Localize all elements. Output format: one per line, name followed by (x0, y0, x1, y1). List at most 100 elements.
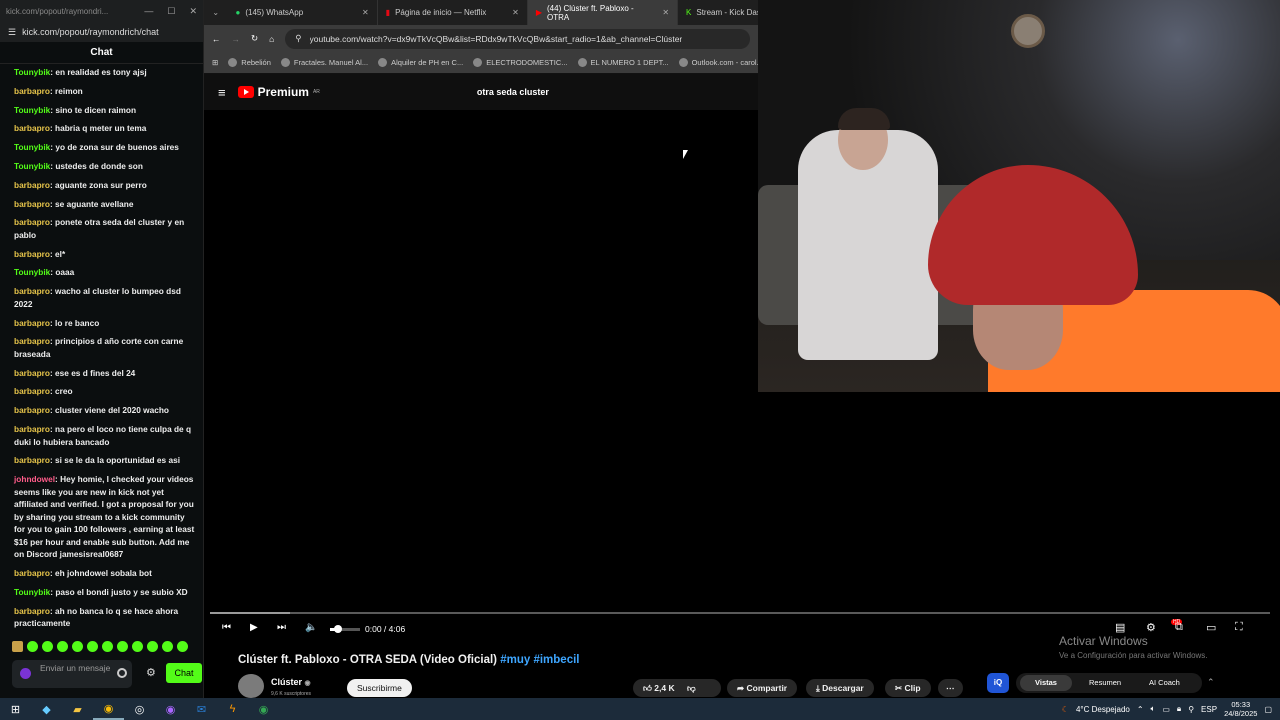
emote-icon[interactable] (102, 641, 113, 652)
tune-icon[interactable]: ☰ (8, 27, 16, 38)
copilot-icon[interactable]: ◆ (31, 698, 62, 720)
chat-username[interactable]: barbapro (14, 180, 50, 190)
more-actions-button[interactable]: ⋯ (938, 679, 963, 697)
bookmark[interactable]: Outlook.com - carol... (678, 58, 763, 67)
tab-close-icon[interactable]: ✕ (512, 8, 519, 17)
tab-close-icon[interactable]: ✕ (662, 8, 669, 17)
emote-icon[interactable] (177, 641, 188, 652)
volume-slider[interactable] (330, 625, 360, 633)
winamp-icon[interactable]: ϟ (217, 698, 248, 720)
emote-icon[interactable] (72, 641, 83, 652)
bookmark[interactable]: ELECTRODOMESTIC... (473, 58, 568, 67)
next-icon[interactable]: ⏭ (277, 622, 286, 633)
minimize-icon[interactable]: — (144, 6, 153, 17)
tray-chevron-icon[interactable]: ⌃ (1137, 705, 1144, 714)
bookmark[interactable]: Fractales. Manuel Al... (280, 58, 368, 67)
hashtag-link[interactable]: #muy (500, 654, 530, 666)
reload-icon[interactable]: ↻ (251, 33, 258, 44)
forward-icon[interactable]: → (232, 34, 241, 44)
tab-netflix[interactable]: ▮ Página de inicio — Netflix ✕ (378, 0, 528, 25)
chat-username[interactable]: Tounybik (14, 267, 50, 277)
mic-icon[interactable]: ⚲ (1188, 705, 1194, 714)
search-input[interactable]: otra seda cluster (477, 87, 549, 97)
chevron-up-icon[interactable]: ⌃ (1207, 677, 1215, 688)
chat-username[interactable]: barbapro (14, 86, 50, 96)
previous-icon[interactable]: ⏮ (222, 622, 231, 633)
chat-username[interactable]: barbapro (14, 455, 50, 465)
chat-username[interactable]: barbapro (14, 286, 50, 296)
apps-icon[interactable]: ⊞ (212, 58, 218, 67)
obs-icon[interactable]: ◎ (124, 698, 155, 720)
tab-list-icon[interactable]: ⌄ (204, 8, 228, 17)
settings-gear-icon[interactable]: ⚙ (146, 666, 156, 679)
maximize-icon[interactable]: ☐ (167, 6, 175, 17)
like-button[interactable]: 👍︎ 2,4 K (643, 683, 675, 693)
emote-icon[interactable] (27, 641, 38, 652)
miniplayer-icon[interactable]: ⧉ (1175, 621, 1183, 634)
emote-icon[interactable] (42, 641, 53, 652)
subtitles-icon[interactable]: ▤ (1115, 621, 1125, 634)
clock[interactable]: 05:33 24/8/2025 (1224, 700, 1257, 718)
thumbs-down-icon[interactable]: 👎︎ (687, 683, 696, 693)
emote-icon[interactable] (57, 641, 68, 652)
chat-username[interactable]: barbapro (14, 606, 50, 616)
chat-message-input[interactable]: Enviar un mensaje (12, 660, 132, 688)
speaker-icon[interactable]: 🔈︎ (1151, 704, 1156, 714)
emote-icon[interactable] (132, 641, 143, 652)
chat-username[interactable]: barbapro (14, 405, 50, 415)
play-icon[interactable]: ▶ (250, 622, 258, 633)
chat-username[interactable]: Tounybik (14, 161, 50, 171)
emoji-icon[interactable] (117, 668, 127, 678)
chat-username[interactable]: Tounybik (14, 67, 50, 77)
app-icon[interactable]: ◉ (155, 698, 186, 720)
weather-text[interactable]: 4°C Despejado (1076, 705, 1130, 714)
emote-icon[interactable] (117, 641, 128, 652)
fullscreen-icon[interactable]: ⛶ (1235, 621, 1243, 634)
chrome-icon[interactable]: ◉ (93, 698, 124, 720)
chat-username[interactable]: barbapro (14, 568, 50, 578)
settings-icon[interactable]: ⚙ (1146, 621, 1156, 634)
kick-url[interactable]: kick.com/popout/raymondrich/chat (22, 27, 159, 37)
outlook-icon[interactable]: ✉ (186, 698, 217, 720)
notifications-icon[interactable]: ▢ (1264, 705, 1272, 714)
tab-resumen[interactable]: Resumen (1089, 678, 1121, 687)
chat-username[interactable]: barbapro (14, 217, 50, 227)
clip-button[interactable]: ✂ Clip (885, 679, 931, 697)
chat-username[interactable]: Tounybik (14, 142, 50, 152)
channel-name[interactable]: Clúster ◉ (271, 677, 311, 687)
bookmark[interactable]: Alquiler de PH en C... (378, 58, 463, 67)
lock-icon[interactable]: 🔒︎ (1177, 704, 1181, 714)
progress-bar[interactable] (210, 612, 1270, 614)
network-icon[interactable]: ▭ (1162, 705, 1170, 714)
tab-youtube[interactable]: ▶ (44) Clúster ft. Pabloxo - OTRA ✕ (527, 0, 679, 25)
chat-username[interactable]: johndowel (14, 474, 55, 484)
chat-username[interactable]: barbapro (14, 199, 50, 209)
tab-ai-coach[interactable]: AI Coach (1149, 678, 1180, 687)
channel-avatar[interactable] (238, 674, 264, 698)
close-icon[interactable]: ✕ (189, 6, 197, 17)
tab-close-icon[interactable]: ✕ (362, 8, 369, 17)
subscribe-button[interactable]: Suscribirme (347, 679, 412, 697)
language-indicator[interactable]: ESP (1201, 705, 1217, 714)
chat-username[interactable]: barbapro (14, 336, 50, 346)
windows-start-icon[interactable]: ⊞ (0, 698, 31, 720)
home-icon[interactable]: ⌂ (269, 34, 274, 44)
emote-icon[interactable] (12, 641, 23, 652)
address-bar[interactable]: ⚲ youtube.com/watch?v=dx9wTkVcQBw&list=R… (285, 28, 750, 49)
emote-icon[interactable] (87, 641, 98, 652)
chrome-icon[interactable]: ◉ (248, 698, 279, 720)
download-button[interactable]: ⤓ Descargar (806, 679, 874, 697)
theater-mode-icon[interactable]: ▭ (1206, 621, 1216, 634)
chat-username[interactable]: barbapro (14, 249, 50, 259)
site-info-icon[interactable]: ⚲ (295, 33, 301, 44)
file-explorer-icon[interactable]: ▰ (62, 698, 93, 720)
bookmark[interactable]: Rebelión (228, 58, 271, 67)
chat-username[interactable]: barbapro (14, 424, 50, 434)
chat-username[interactable]: barbapro (14, 123, 50, 133)
tab-whatsapp[interactable]: ● (145) WhatsApp ✕ (228, 0, 378, 25)
bookmark[interactable]: EL NUMERO 1 DEPT... (577, 58, 669, 67)
volume-icon[interactable]: 🔈 (305, 622, 317, 633)
chat-username[interactable]: barbapro (14, 368, 50, 378)
emote-icon[interactable] (147, 641, 158, 652)
chat-username[interactable]: barbapro (14, 386, 50, 396)
